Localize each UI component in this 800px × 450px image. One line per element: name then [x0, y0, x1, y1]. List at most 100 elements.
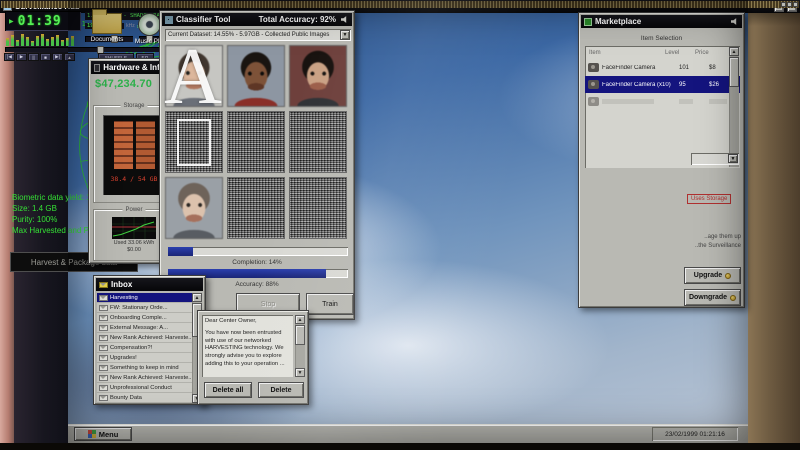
desktop-scene: Documents Music Pl.. Hardware & Infrastr… — [0, 0, 800, 450]
email-row[interactable]: Bounty Data — [97, 393, 193, 403]
email-row[interactable]: Harvesting — [97, 293, 193, 303]
next-button[interactable]: ▶| — [52, 53, 63, 61]
envelope-icon — [99, 325, 108, 331]
completion-label: Completion: 14% — [160, 259, 354, 266]
email-row[interactable]: Compensation?! — [97, 343, 193, 353]
email-row[interactable]: Upgrades! — [97, 353, 193, 363]
marketplace-window: Marketplace Item Selection Item Level Pr… — [578, 12, 745, 308]
envelope-icon — [99, 315, 108, 321]
static-image[interactable] — [289, 177, 347, 239]
power-label: Power — [122, 207, 145, 213]
dataset-value: Current Dataset: 14.55% - 5.97GB - Colle… — [168, 32, 329, 38]
envelope-icon — [99, 395, 108, 401]
marketplace-titlebar[interactable]: Marketplace — [581, 15, 742, 28]
static-image[interactable] — [227, 177, 285, 239]
scroll-thumb[interactable] — [295, 325, 305, 345]
dropdown-arrow-icon[interactable]: ▼ — [728, 154, 738, 163]
pause-button[interactable]: || — [28, 53, 39, 61]
player-close-button[interactable] — [793, 2, 798, 7]
power-graph — [112, 217, 156, 239]
item-level: 101 — [679, 65, 709, 71]
email-row[interactable]: New Rank Achieved: Harveste... — [97, 373, 193, 383]
static-image[interactable] — [289, 111, 347, 173]
camera-icon — [588, 80, 599, 89]
email-subject: FW: Stationary Orde... — [110, 305, 168, 311]
column-price: Price — [695, 50, 723, 56]
storage-bars — [114, 121, 155, 169]
email-row[interactable]: Something to keep in mind — [97, 363, 193, 373]
table-scrollbar[interactable]: ▲ — [729, 47, 739, 167]
envelope-icon — [99, 375, 108, 381]
scroll-down-icon[interactable]: ▼ — [295, 368, 305, 377]
completion-fill — [168, 247, 193, 256]
email-subject: New Rank Achieved: Harveste... — [110, 375, 193, 381]
marketplace-row[interactable]: FaceFinder Camera 101 $8 — [585, 59, 740, 76]
envelope-icon — [99, 335, 108, 341]
note-line: ..age them up — [683, 233, 741, 242]
face-image[interactable] — [227, 45, 285, 107]
scroll-thumb[interactable] — [729, 57, 739, 87]
player-minimize-button[interactable] — [781, 2, 786, 7]
speaker-icon[interactable] — [731, 18, 739, 26]
desktop-icon-documents[interactable]: Documents — [84, 13, 130, 43]
downgrade-label: Downgrade — [689, 294, 727, 301]
chip-icon — [94, 64, 100, 72]
marketplace-table: Item Level Price FaceFinder Camera 101 $… — [585, 46, 740, 168]
inbox-window: Inbox Harvesting FW: Stationary Orde... … — [93, 275, 206, 405]
play-indicator-icon: ▶ — [9, 18, 14, 25]
email-text: You have now been entrusted with use of … — [205, 330, 290, 369]
menu-button[interactable]: Menu — [74, 427, 132, 441]
redacted-text — [679, 99, 693, 104]
stop-button[interactable]: ■ — [40, 53, 51, 61]
email-row[interactable]: Onboarding Comple... — [97, 313, 193, 323]
delete-all-button[interactable]: Delete all — [204, 382, 252, 398]
email-subject: New Rank Achieved: Harveste... — [110, 335, 193, 341]
email-greeting: Dear Center Owner, — [205, 318, 290, 326]
storage-value: 38.4 / 54 GB — [111, 175, 158, 183]
cd-icon — [138, 13, 161, 36]
email-row[interactable]: Unprofessional Conduct — [97, 383, 193, 393]
email-list: Harvesting FW: Stationary Orde... Onboar… — [97, 293, 193, 403]
face-image[interactable] — [289, 45, 347, 107]
static-image[interactable] — [227, 111, 285, 173]
storage-label: Storage — [120, 103, 147, 109]
item-name: FaceFinder Camera — [602, 65, 679, 71]
scroll-up-icon[interactable]: ▲ — [295, 315, 305, 324]
speaker-icon[interactable] — [341, 16, 349, 24]
eject-button[interactable]: ▲ — [64, 53, 75, 61]
email-scrollbar[interactable]: ▲ ▼ — [295, 315, 305, 377]
downgrade-button[interactable]: Downgrade — [684, 289, 741, 306]
inbox-titlebar[interactable]: Inbox — [96, 278, 203, 291]
delete-button[interactable]: Delete — [258, 382, 304, 398]
icon-label: Documents — [91, 36, 124, 43]
dataset-dropdown[interactable]: Current Dataset: 14.55% - 5.97GB - Colle… — [165, 29, 351, 41]
dropdown-arrow-icon[interactable]: ▼ — [340, 30, 350, 40]
upgrade-button[interactable]: Upgrade — [684, 267, 741, 284]
play-button[interactable]: ▶ — [16, 53, 27, 61]
email-row[interactable]: External Message: A... — [97, 323, 193, 333]
classifier-icon — [165, 16, 173, 24]
quantity-dropdown[interactable]: ▼ — [691, 153, 739, 165]
email-subject: Compensation?! — [110, 345, 152, 351]
taskbar-clock[interactable]: 23/02/1999 01:21:16 — [652, 427, 738, 441]
classifier-titlebar[interactable]: Classifier Tool Total Accuracy: 92% — [162, 13, 352, 26]
static-image[interactable] — [165, 111, 223, 173]
face-image[interactable] — [165, 177, 223, 239]
marketplace-row-locked[interactable] — [585, 93, 740, 110]
email-subject: Bounty Data — [110, 395, 142, 401]
train-button[interactable]: Train — [306, 293, 354, 315]
marketplace-row-selected[interactable]: FaceFinder Camera (x10) 95 $26 — [585, 76, 740, 93]
email-body: Dear Center Owner, You have now been ent… — [202, 315, 293, 377]
scroll-up-icon[interactable]: ▲ — [729, 47, 739, 56]
seek-slider[interactable] — [5, 47, 159, 52]
player-titlebar[interactable] — [1, 1, 799, 8]
email-row[interactable]: New Rank Achieved: Harveste... — [97, 333, 193, 343]
player-shade-button[interactable] — [787, 2, 792, 7]
folder-icon — [92, 13, 122, 34]
item-level: 95 — [679, 82, 709, 88]
previous-button[interactable]: |◀ — [4, 53, 15, 61]
marketplace-title: Marketplace — [595, 17, 641, 26]
email-row[interactable]: FW: Stationary Orde... — [97, 303, 193, 313]
face-image[interactable] — [165, 45, 223, 107]
scroll-up-icon[interactable]: ▲ — [192, 293, 202, 302]
